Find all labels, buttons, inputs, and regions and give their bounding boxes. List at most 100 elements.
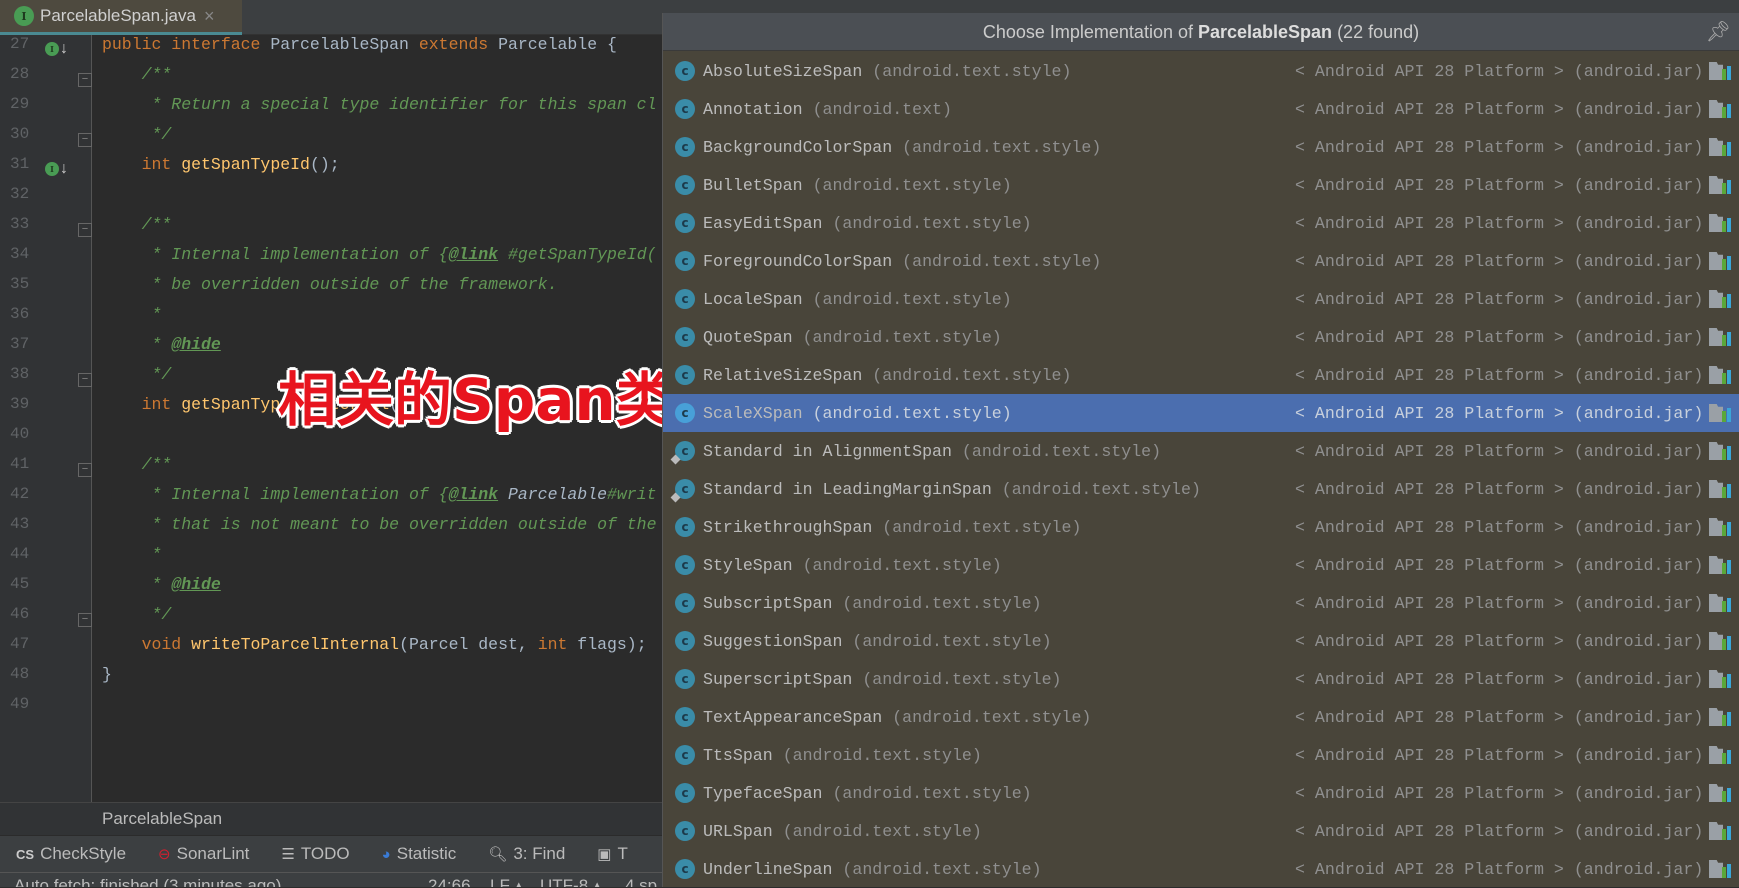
code-token: */ <box>102 125 172 144</box>
caret-position[interactable]: 24:66 <box>428 873 471 887</box>
breadcrumb-item[interactable]: ParcelableSpan <box>102 809 222 828</box>
fold-marker-icon[interactable]: − <box>78 613 92 627</box>
code-line: * @hide <box>102 575 221 605</box>
implementation-item[interactable]: c ScaleXSpan (android.text.style) < Androi… <box>663 394 1739 432</box>
package-name: (android.text.style) <box>832 783 1032 803</box>
implementation-item[interactable]: c Standard in AlignmentSpan (android.text… <box>663 432 1739 470</box>
fold-marker-icon[interactable]: − <box>78 463 92 477</box>
implementation-item[interactable]: c SuperscriptSpan (android.text.style) < A… <box>663 660 1739 698</box>
implementation-item[interactable]: c StyleSpan (android.text.style) < Android… <box>663 546 1739 584</box>
class-icon: c <box>675 707 695 727</box>
toolwindow-checkstyle[interactable]: CS CheckStyle <box>16 844 126 864</box>
breadcrumb[interactable]: ParcelableSpan <box>0 802 662 835</box>
implementation-item[interactable]: c Standard in LeadingMarginSpan (android.… <box>663 470 1739 508</box>
toolwindow-t[interactable]: ▣ T <box>597 844 628 864</box>
implementation-item[interactable]: c UnderlineSpan (android.text.style) < And… <box>663 850 1739 888</box>
library-icon <box>1709 366 1733 384</box>
indent-setting[interactable]: 4 sp <box>625 873 657 887</box>
implementation-item[interactable]: c TtsSpan (android.text.style) < Android A… <box>663 736 1739 774</box>
class-icon: c <box>675 99 695 119</box>
implementation-name: URLSpan (android.text.style) <box>703 822 982 841</box>
statistic-icon: ◕ <box>381 845 391 863</box>
package-name: (android.text.style) <box>902 137 1102 157</box>
fold-marker-icon[interactable]: − <box>78 223 92 237</box>
implementation-item[interactable]: c QuoteSpan (android.text.style) < Android… <box>663 318 1739 356</box>
implementation-item[interactable]: c Annotation (android.text) < Android API … <box>663 90 1739 128</box>
line-number: 38 <box>10 365 30 383</box>
library-icon <box>1709 328 1733 346</box>
implementation-item[interactable]: c TextAppearanceSpan (android.text.style)… <box>663 698 1739 736</box>
fold-marker-icon[interactable]: − <box>78 73 92 87</box>
class-name: LocaleSpan <box>703 289 803 309</box>
fold-marker-icon[interactable]: − <box>78 133 92 147</box>
terminal-icon: ▣ <box>597 846 612 863</box>
code-token: (Parcel dest, <box>399 635 538 654</box>
implementation-name: SuperscriptSpan (android.text.style) <box>703 670 1062 689</box>
class-icon: c <box>675 745 695 765</box>
library-location: < Android API 28 Platform > (android.jar… <box>1295 175 1704 195</box>
library-location: < Android API 28 Platform > (android.jar… <box>1295 289 1704 309</box>
package-name: (android.text.style) <box>782 745 982 765</box>
code-line: /** <box>102 455 172 485</box>
library-icon <box>1709 708 1733 726</box>
code-token: getSpanTypeId <box>181 155 310 174</box>
code-token: * Internal implementation of { <box>102 245 449 264</box>
implementation-item[interactable]: c RelativeSizeSpan (android.text.style) < … <box>663 356 1739 394</box>
implementation-item[interactable]: c StrikethroughSpan (android.text.style) <… <box>663 508 1739 546</box>
code-line: * Return a special type identifier for t… <box>102 95 657 125</box>
fold-marker-icon[interactable]: − <box>78 373 92 387</box>
implementation-item[interactable]: c EasyEditSpan (android.text.style) < Andr… <box>663 204 1739 242</box>
toolwindow-sonarlint[interactable]: ⊖ SonarLint <box>158 844 249 864</box>
code-token: @link <box>448 485 499 504</box>
implementation-item[interactable]: c BackgroundColorSpan (android.text.style… <box>663 128 1739 166</box>
code-editor[interactable]: 27 I ↓ 28−29 30−31 I ↓ 32 33−34 35 36 37 38−39 40 41−4… <box>0 35 674 802</box>
library-location: < Android API 28 Platform > (android.jar… <box>1295 593 1704 613</box>
implementation-item[interactable]: c LocaleSpan (android.text.style) < Androi… <box>663 280 1739 318</box>
tab-title: ParcelableSpan.java <box>40 6 196 25</box>
implementation-item[interactable]: c SuggestionSpan (android.text.style) < An… <box>663 622 1739 660</box>
file-encoding[interactable]: UTF-8 ▴ <box>540 873 601 887</box>
library-location: < Android API 28 Platform > (android.jar… <box>1295 555 1704 575</box>
package-name: (android.text.style) <box>842 593 1042 613</box>
close-icon[interactable]: × <box>204 6 215 27</box>
pin-icon[interactable]: 📌︎ <box>1706 13 1731 51</box>
code-token: * <box>102 545 162 564</box>
toolwindow-3-find[interactable]: 🔍︎ 3: Find <box>488 844 565 864</box>
status-bar: Auto fetch: finished (3 minutes ago) 24:… <box>0 872 662 887</box>
class-name: TextAppearanceSpan <box>703 707 883 727</box>
implementation-name: ScaleXSpan (android.text.style) <box>703 404 1012 423</box>
implementation-item[interactable]: c AbsoluteSizeSpan (android.text.style) < … <box>663 52 1739 90</box>
implementation-name: Standard in AlignmentSpan (android.text.… <box>703 442 1161 461</box>
tab-parcelablespan-java[interactable]: I ParcelableSpan.java × <box>0 0 242 35</box>
library-location: < Android API 28 Platform > (android.jar… <box>1295 61 1704 81</box>
toolwindow-statistic[interactable]: ◕ Statistic <box>382 844 457 864</box>
line-number: 42 <box>10 485 30 503</box>
implementation-item[interactable]: c SubscriptSpan (android.text.style) < And… <box>663 584 1739 622</box>
implementation-item[interactable]: c ForegroundColorSpan (android.text.style… <box>663 242 1739 280</box>
toolwindow-label: Statistic <box>396 844 457 863</box>
library-icon <box>1709 138 1733 156</box>
checkstyle-icon: CS <box>16 846 35 862</box>
implementation-name: Annotation (android.text) <box>703 100 952 119</box>
implemented-marker-icon[interactable]: I ↓ <box>45 39 69 59</box>
implementation-name: SubscriptSpan (android.text.style) <box>703 594 1042 613</box>
implementation-item[interactable]: c BulletSpan (android.text.style) < Androi… <box>663 166 1739 204</box>
class-name: QuoteSpan <box>703 327 793 347</box>
toolwindow-todo[interactable]: ☰ TODO <box>281 844 349 864</box>
line-number: 28 <box>10 65 30 83</box>
interface-icon: I <box>45 162 59 176</box>
implementation-item[interactable]: c URLSpan (android.text.style) < Android A… <box>663 812 1739 850</box>
class-icon: c <box>675 517 695 537</box>
code-token: * <box>102 335 172 354</box>
class-icon: c <box>675 61 695 81</box>
popup-title-interface: ParcelableSpan <box>1197 22 1333 42</box>
library-icon <box>1709 860 1733 878</box>
class-icon: c <box>675 593 695 613</box>
implementation-name: BulletSpan (android.text.style) <box>703 176 1012 195</box>
code-token: * <box>102 575 172 594</box>
implementation-item[interactable]: c TypefaceSpan (android.text.style) < Andr… <box>663 774 1739 812</box>
implemented-marker-icon[interactable]: I ↓ <box>45 159 69 179</box>
library-location: < Android API 28 Platform > (android.jar… <box>1295 403 1704 423</box>
choose-implementation-popup: Choose Implementation of ParcelableSpan … <box>662 13 1739 887</box>
line-separator[interactable]: LF ▴ <box>490 873 523 887</box>
